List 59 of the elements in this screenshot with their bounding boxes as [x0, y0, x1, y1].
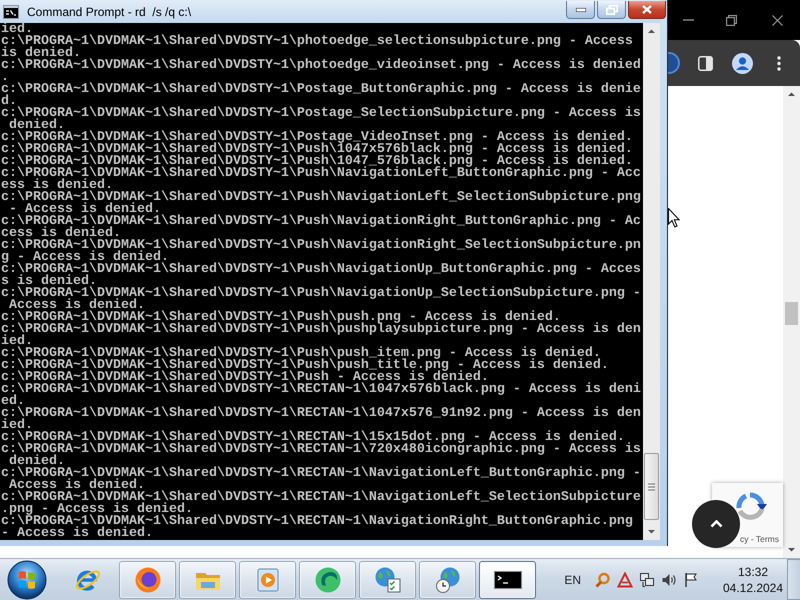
clock-date[interactable]: 04.12.2024 [722, 580, 784, 596]
console-line: c:\PROGRA~1\DVDMAK~1\Shared\DVDSTY~1\Push\pushplaysubpicture.png - Access is den [1, 324, 642, 336]
close-icon [772, 14, 782, 26]
minimize-icon [576, 8, 586, 12]
console-line: c:\PROGRA~1\DVDMAK~1\Shared\DVDSTY~1\Push\NavigationUp_ButtonGraphic.png - Acces [1, 264, 642, 276]
side-panel-icon[interactable] [698, 56, 713, 70]
language-indicator[interactable]: EN [564, 572, 581, 586]
menu-icon[interactable] [777, 56, 781, 70]
privacy-terms-link[interactable]: cy - Terms [740, 534, 779, 544]
taskbar-button[interactable] [299, 560, 356, 598]
flag-icon[interactable] [683, 572, 699, 588]
close-button[interactable] [628, 1, 666, 19]
minimize-icon [682, 19, 694, 21]
restore-button[interactable] [597, 1, 626, 19]
start-button[interactable] [6, 560, 48, 600]
console-line: c:\PROGRA~1\DVDMAK~1\Shared\DVDSTY~1\photoedge_videoinset.png - Access is denied [1, 60, 642, 72]
console-line: c:\PROGRA~1\DVDMAK~1\Shared\DVDSTY~1\Push\NavigationLeft_ButtonGraphic.png - Acc [1, 168, 642, 180]
restore-icon [726, 14, 736, 26]
console-line: c:\PROGRA~1\DVDMAK~1\Shared\DVDSTY~1\RECTAN~1\720x480icongraphic.png - Access is [1, 444, 642, 456]
console-line: c:\PROGRA~1\DVDMAK~1\Shared\DVDSTY~1\Push\NavigationRight_ButtonGraphic.png - Ac [1, 216, 642, 228]
chevron-up-icon [710, 520, 722, 528]
console-line: c:\PROGRA~1\DVDMAK~1\Shared\DVDSTY~1\RECTAN~1\1047x576black.png - Access is deni [1, 384, 642, 396]
globe-checklist-icon [372, 564, 402, 594]
taskbar-button[interactable] [479, 560, 536, 598]
console-line: - Access is denied. [1, 528, 153, 540]
grip-icon [648, 482, 655, 490]
console-line: c:\PROGRA~1\DVDMAK~1\Shared\DVDSTY~1\photoedge_selectionsubpicture.png - Access [1, 36, 634, 48]
console-line: . [1, 72, 9, 84]
scroll-to-top-button[interactable] [692, 500, 740, 548]
console-line: c:\PROGRA~1\DVDMAK~1\Shared\DVDSTY~1\RECTAN~1\1047x576_91n92.png - Access is den [1, 408, 642, 420]
console-line: d. [1, 96, 17, 108]
taskbar-button[interactable] [119, 560, 176, 598]
close-icon [642, 5, 652, 14]
console-line: c:\PROGRA~1\DVDMAK~1\Shared\DVDSTY~1\Push\NavigationLeft_SelectionSubpicture.png [1, 192, 642, 204]
console-line: c:\PROGRA~1\DVDMAK~1\Shared\DVDSTY~1\RECTAN~1\NavigationRight_ButtonGraphic.png [1, 516, 634, 528]
console-line: c:\PROGRA~1\DVDMAK~1\Shared\DVDSTY~1\RECTAN~1\NavigationLeft_SelectionSubpicture [1, 492, 642, 504]
minimize-button[interactable] [566, 1, 595, 19]
avatar-icon[interactable] [732, 52, 753, 74]
window-title: Command Prompt - rd /s /q c:\ [27, 4, 192, 18]
scrollbar-thumb[interactable] [644, 453, 659, 520]
console-line: c:\PROGRA~1\DVDMAK~1\Shared\DVDSTY~1\RECTAN~1\NavigationLeft_ButtonGraphic.png - [1, 468, 642, 480]
swirl-logo-icon [312, 564, 342, 594]
console-line: c:\PROGRA~1\DVDMAK~1\Shared\DVDSTY~1\Postage_ButtonGraphic.png - Access is denie [1, 84, 642, 96]
scrollbar[interactable] [643, 23, 660, 540]
scrollbar-thumb[interactable] [785, 302, 798, 325]
console-line: c:\PROGRA~1\DVDMAK~1\Shared\DVDSTY~1\Push\NavigationRight_SelectionSubpicture.pn [1, 240, 642, 252]
console-icon [3, 4, 19, 18]
network-icon[interactable] [639, 572, 655, 588]
restore-icon [606, 4, 618, 14]
page-scrollbar[interactable] [783, 86, 800, 558]
clock-time[interactable]: 13:32 [738, 564, 768, 580]
ring-logo-icon [132, 564, 162, 594]
circular-arrows-icon [734, 491, 768, 523]
volume-icon[interactable] [661, 572, 677, 588]
start-orb-icon [7, 560, 47, 600]
console-line: c:\PROGRA~1\DVDMAK~1\Shared\DVDSTY~1\Push\NavigationUp_SelectionSubpicture.png - [1, 288, 642, 300]
triangle-icon[interactable] [617, 572, 633, 588]
magnifier-icon[interactable] [595, 572, 611, 588]
console-line: c:\PROGRA~1\DVDMAK~1\Shared\DVDSTY~1\Postage_SelectionSubpicture.png - Access is [1, 108, 642, 120]
